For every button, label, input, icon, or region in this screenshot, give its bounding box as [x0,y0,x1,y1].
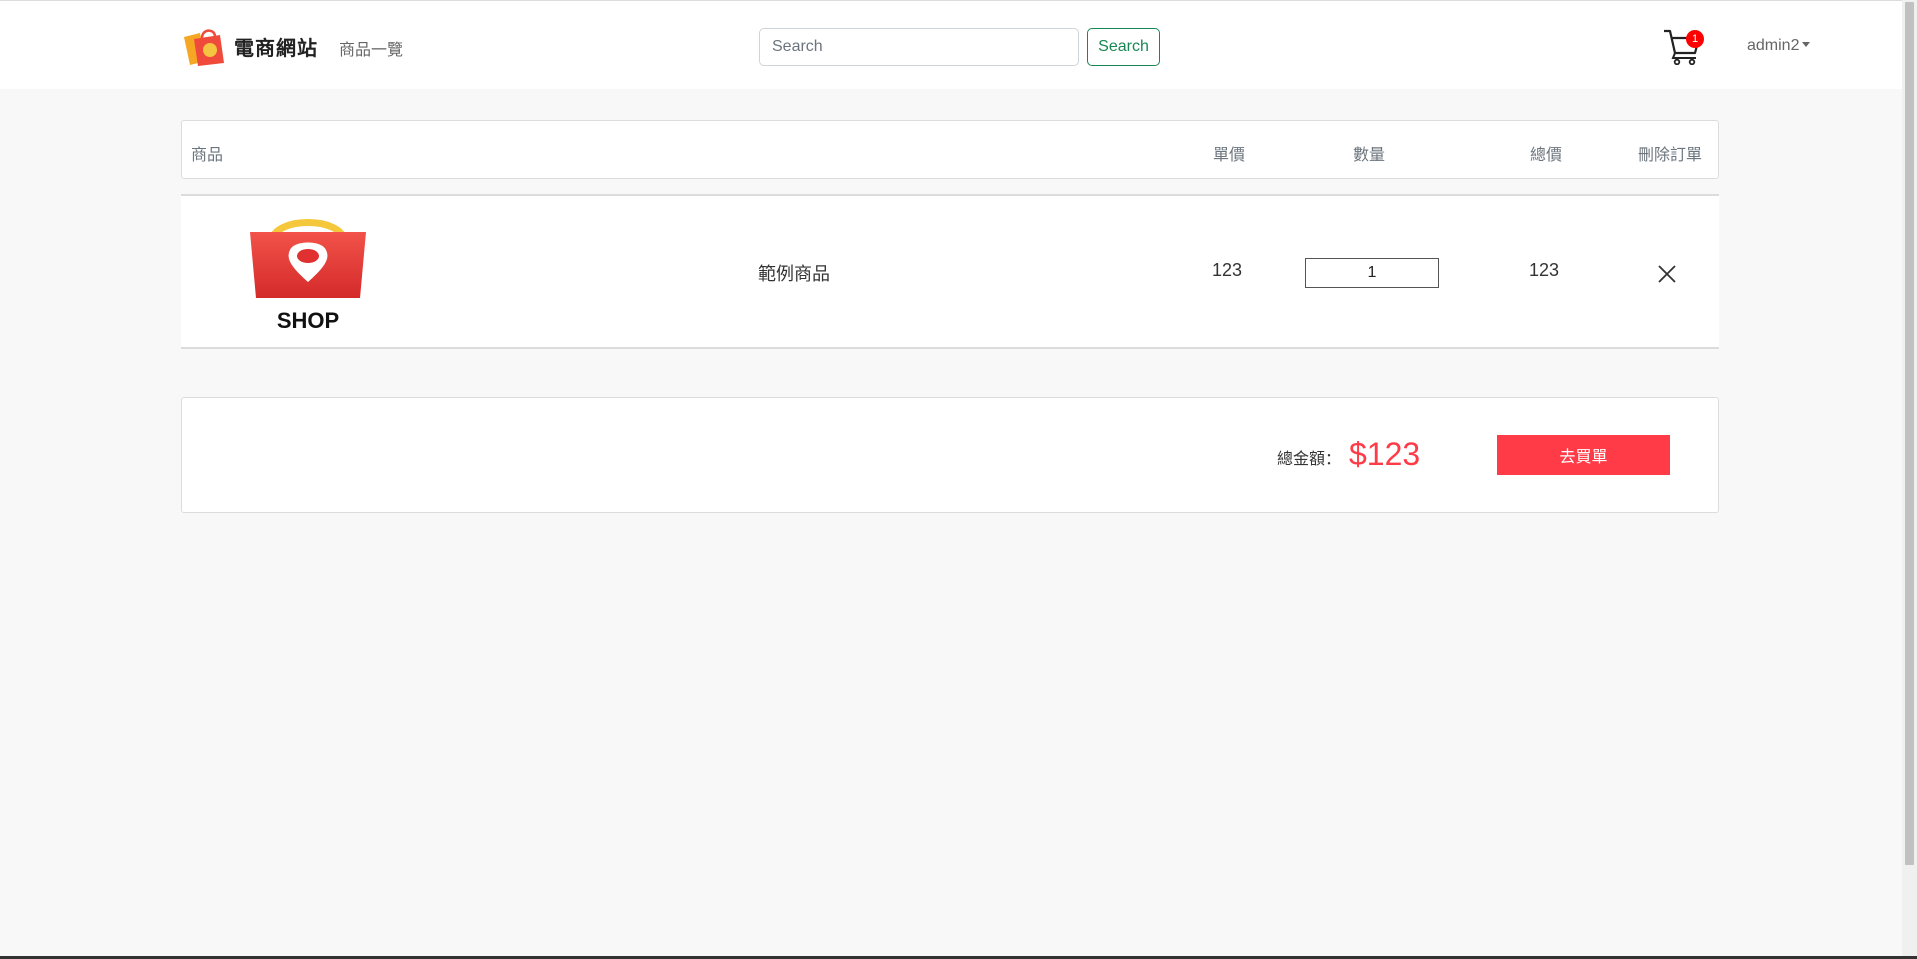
checkout-button[interactable]: 去買單 [1497,435,1670,475]
header-product: 商品 [191,147,224,164]
scrollbar-thumb[interactable] [1905,2,1914,865]
user-menu-dropdown[interactable]: admin2 [1747,37,1811,55]
brand[interactable]: 電商網站 [180,25,318,67]
header-unit-price: 單價 [1213,147,1246,164]
product-image: SHOP [250,219,366,333]
close-icon[interactable] [1655,262,1679,286]
vertical-scrollbar[interactable] [1902,0,1917,959]
quantity-input[interactable] [1305,258,1439,288]
order-summary: 總金額： $123 去買單 [181,397,1719,513]
cart-item-row: SHOP 範例商品 123 123 [181,194,1719,349]
header-quantity: 數量 [1353,147,1386,164]
subtotal: 123 [1529,260,1560,280]
total-label: 總金額： [1277,451,1342,468]
header-subtotal: 總價 [1530,147,1563,164]
header-delete: 刪除訂單 [1638,147,1703,164]
search-button[interactable]: Search [1087,28,1160,66]
cart-count-badge: 1 [1686,30,1704,48]
unit-price: 123 [1212,260,1243,280]
product-name: 範例商品 [758,264,830,284]
user-name: admin2 [1747,37,1800,54]
search-input[interactable] [759,28,1079,66]
chevron-down-icon [1802,42,1811,47]
shopping-bags-logo-icon [184,29,224,66]
navbar: 電商網站 商品一覽 Search 1 admin2 [0,0,1902,89]
total-value: $123 [1349,436,1421,472]
brand-name: 電商網站 [234,37,318,60]
cart-table-header: 商品 單價 數量 總價 刪除訂單 [181,120,1719,179]
nav-link-products[interactable]: 商品一覽 [339,36,403,60]
product-image-text: SHOP [277,308,339,333]
